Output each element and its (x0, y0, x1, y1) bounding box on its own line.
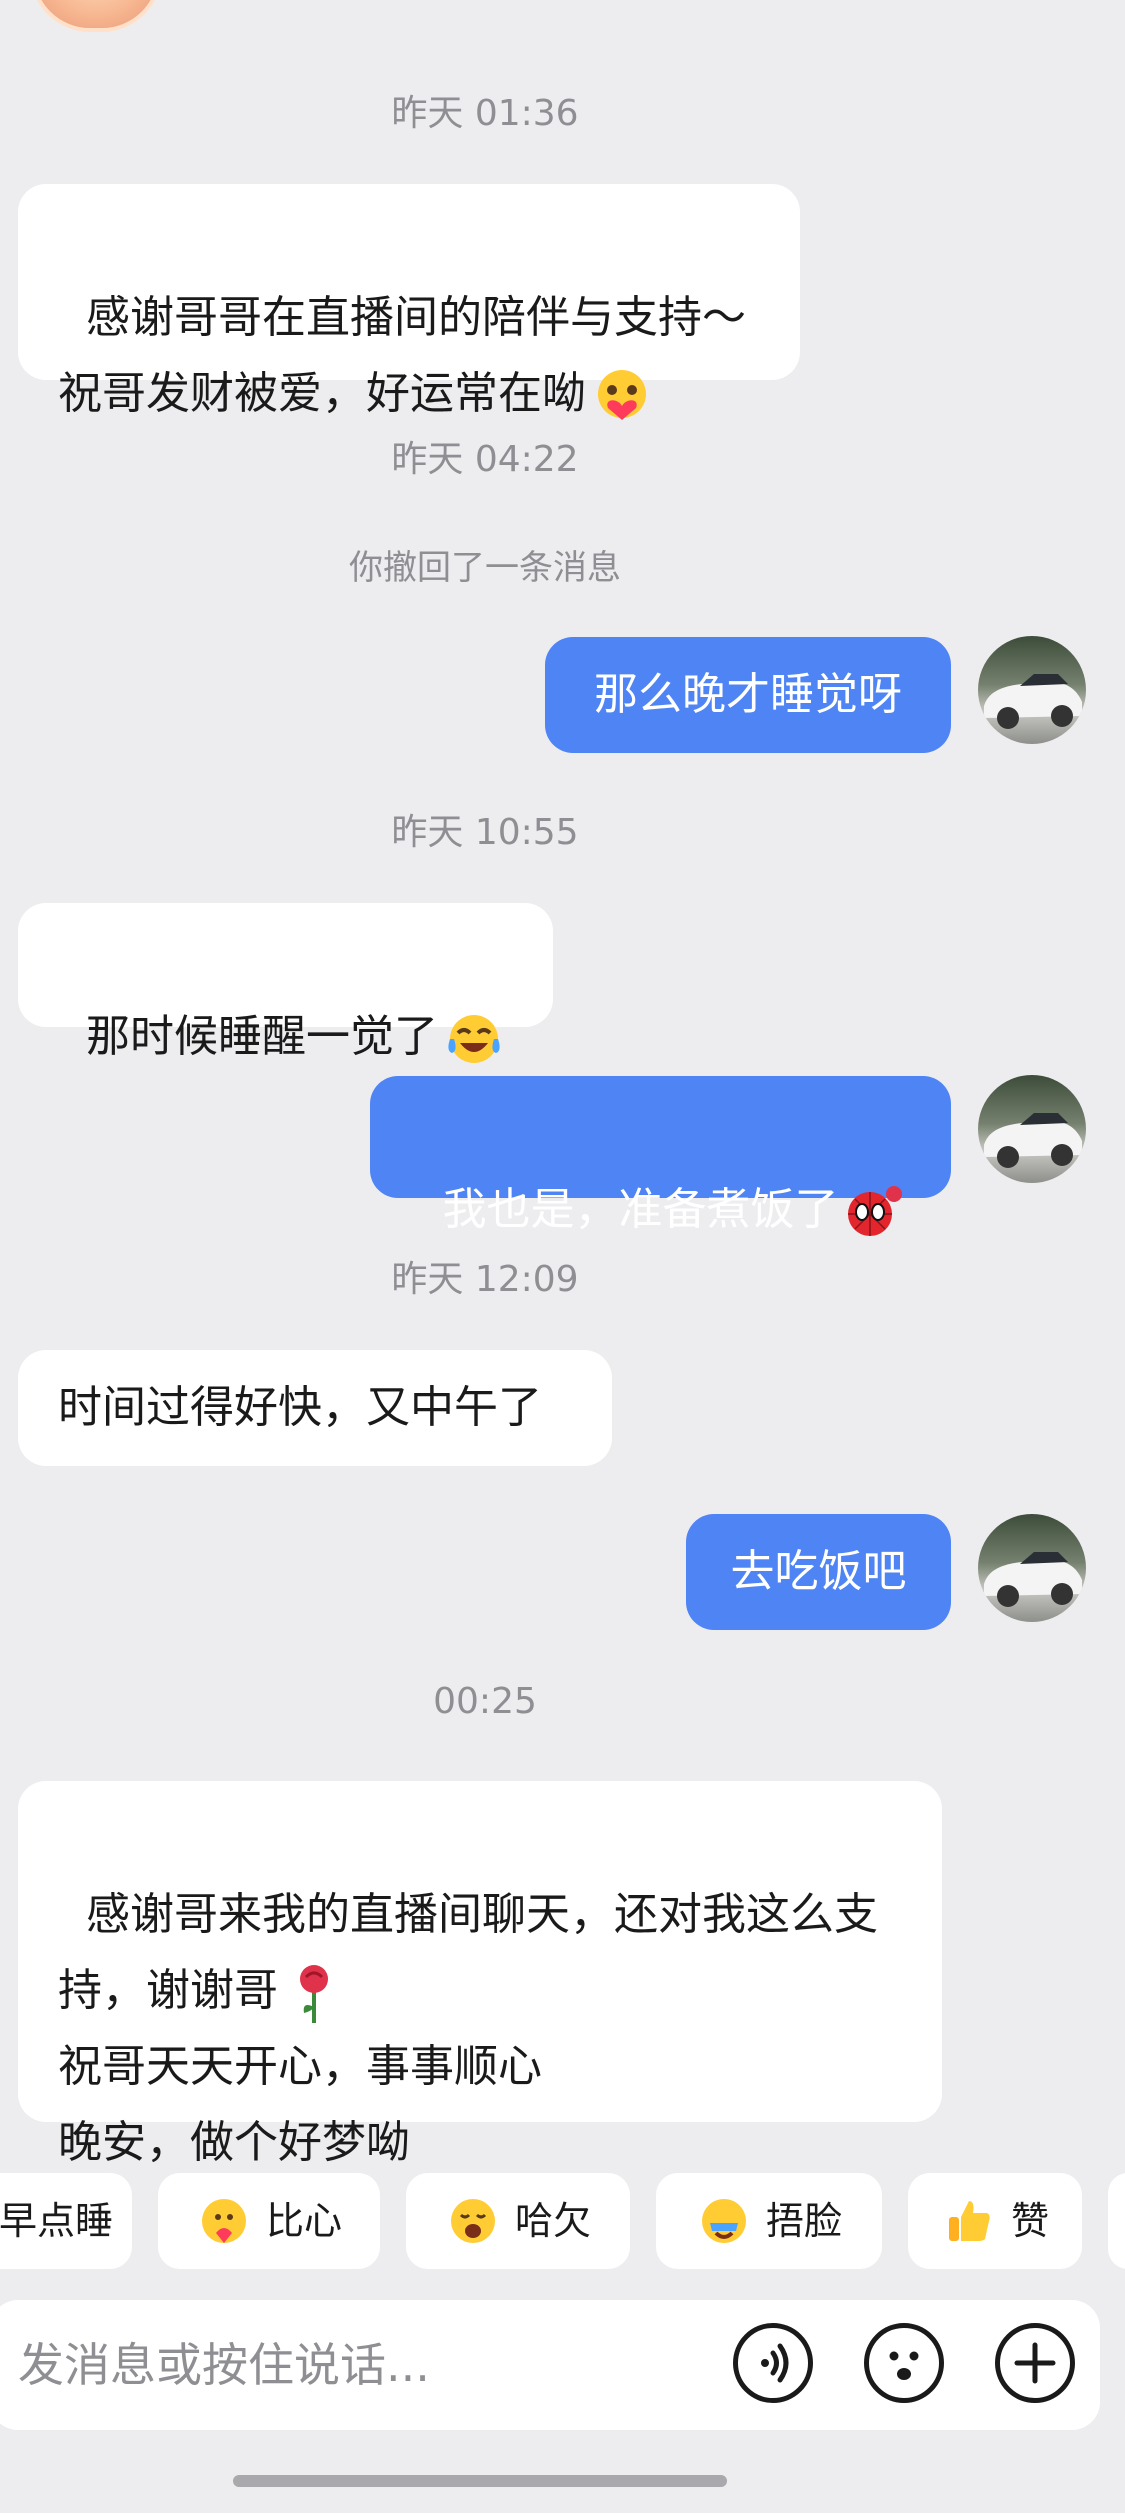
quick-reply-label: 捂脸 (765, 2199, 842, 2243)
plus-icon (1014, 2342, 1056, 2384)
rose-icon (300, 1965, 328, 2023)
thumbs-up-icon (948, 2201, 990, 2241)
car-photo-icon (984, 1113, 1082, 1168)
quick-reply-label: 赞 (1010, 2199, 1049, 2243)
quick-reply-heart[interactable]: 比心 (158, 2173, 380, 2269)
facepalm-icon (701, 2199, 746, 2243)
my-avatar[interactable] (978, 1075, 1086, 1183)
quick-reply-label: 比心 (265, 2199, 342, 2243)
incoming-message[interactable]: 时间过得好快，又中午了 (18, 1350, 612, 1466)
yawn-icon (450, 2199, 495, 2243)
love-face-icon (598, 370, 646, 420)
outgoing-message[interactable]: 去吃饭吧 (686, 1514, 951, 1630)
quick-reply-facepalm[interactable]: 捂脸 (656, 2173, 882, 2269)
recall-notice: 你撤回了一条消息 (349, 548, 621, 588)
my-avatar[interactable] (978, 1514, 1086, 1622)
spiderman-rose-icon (848, 1186, 903, 1236)
heart-hands-icon (201, 2199, 246, 2243)
quick-reply-yawn[interactable]: 哈欠 (406, 2173, 630, 2269)
emoji-button[interactable] (864, 2323, 944, 2403)
timestamp: 昨天 01:36 (391, 93, 579, 134)
add-button[interactable] (995, 2323, 1075, 2403)
message-text: 祝哥天天开心，事事顺心 晚安，做个好梦呦 (58, 2041, 542, 2168)
tears-of-joy-icon (448, 1015, 500, 1063)
message-text: 那时候睡醒一觉了 (85, 1011, 438, 1062)
quick-reply-more[interactable] (1108, 2173, 1125, 2269)
outgoing-message[interactable]: 那么晚才睡觉呀 (545, 637, 951, 753)
incoming-message[interactable]: 那时候睡醒一觉了 (18, 903, 553, 1063)
message-input[interactable]: 发消息或按住说话... (18, 2330, 430, 2400)
quick-reply-sleep-early[interactable]: 早点睡 (0, 2173, 132, 2269)
contact-avatar[interactable] (30, 0, 162, 32)
quick-reply-like[interactable]: 赞 (908, 2173, 1082, 2269)
message-text: 我也是，准备煮饭了 (442, 1184, 839, 1235)
smiley-icon (889, 2351, 919, 2380)
timestamp: 昨天 10:55 (391, 812, 579, 853)
car-photo-icon (984, 674, 1082, 729)
timestamp: 昨天 12:09 (391, 1259, 579, 1300)
incoming-message[interactable]: 感谢哥哥在直播间的陪伴与支持～ 祝哥发财被爱，好运常在呦 (18, 184, 800, 420)
car-photo-icon (984, 1552, 1082, 1607)
home-indicator[interactable] (233, 2475, 727, 2487)
message-text: 感谢哥来我的直播间聊天，还对我这么支持，谢谢哥 (58, 1889, 878, 2016)
incoming-message[interactable]: 感谢哥来我的直播间聊天，还对我这么支持，谢谢哥 祝哥天天开心，事事顺心 晚安，做… (18, 1781, 942, 2168)
voice-button[interactable] (733, 2323, 813, 2403)
outgoing-message[interactable]: 我也是，准备煮饭了 (370, 1076, 951, 1236)
quick-reply-label: 早点睡 (0, 2199, 113, 2243)
timestamp: 00:25 (433, 1681, 537, 1722)
voice-wave-icon (761, 2343, 789, 2383)
my-avatar[interactable] (978, 636, 1086, 744)
quick-reply-label: 哈欠 (514, 2199, 591, 2243)
timestamp: 昨天 04:22 (391, 439, 579, 480)
